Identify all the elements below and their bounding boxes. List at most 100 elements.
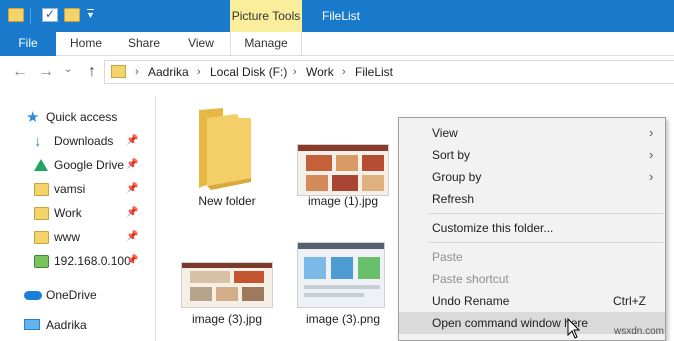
tab-view[interactable]: View: [176, 32, 226, 56]
menu-item-undo-rename[interactable]: Undo Rename Ctrl+Z: [399, 290, 665, 312]
chevron-right-icon: ›: [649, 125, 654, 140]
sidebar-item-label: vamsi: [54, 182, 86, 196]
file-item-new-folder[interactable]: New folder: [177, 102, 277, 214]
sidebar-item-network-drive[interactable]: 192.168.0.100 📌: [0, 250, 156, 272]
file-item-image-3-jpg[interactable]: image (3).jpg: [177, 216, 277, 328]
file-name: image (1).jpg: [307, 194, 379, 208]
sidebar-item-google-drive[interactable]: Google Drive 📌: [0, 154, 156, 176]
pin-icon: 📌: [126, 183, 139, 194]
arrow-right-icon[interactable]: →: [38, 63, 54, 81]
sidebar-item-label: OneDrive: [46, 288, 97, 302]
menu-item-label: Group by: [432, 170, 482, 184]
sidebar-item-vamsi[interactable]: vamsi 📌: [0, 178, 156, 200]
sidebar-item-label: Quick access: [46, 110, 118, 124]
menu-item-label: Sort by: [432, 148, 471, 162]
arrow-up-icon[interactable]: ↑: [84, 63, 100, 81]
menu-item-label: Undo Rename: [432, 294, 510, 308]
menu-item-label: Customize this folder...: [432, 221, 554, 235]
menu-item-paste[interactable]: Paste: [399, 246, 665, 268]
address-bar[interactable]: › Aadrika › Local Disk (F:) › Work › Fil…: [104, 60, 674, 84]
menu-item-paste-shortcut[interactable]: Paste shortcut: [399, 268, 665, 290]
pin-icon: 📌: [126, 135, 139, 146]
menu-item-label: View: [432, 126, 458, 140]
navigation-bar: ← → ⌄ ↑ › Aadrika › Local Disk (F:) › Wo…: [0, 57, 674, 87]
title-bar: ▼ Picture Tools FileList: [0, 0, 674, 32]
qat-divider: [30, 8, 31, 24]
sidebar-item-quick-access[interactable]: ★ Quick access: [0, 106, 156, 128]
google-drive-icon: [34, 159, 48, 171]
sidebar-item-work[interactable]: Work 📌: [0, 202, 156, 224]
breadcrumb-work[interactable]: Work: [306, 61, 334, 83]
folder-icon: [111, 65, 126, 78]
folder-icon: [34, 231, 49, 244]
folder-icon: [199, 108, 251, 190]
breadcrumb-local-disk[interactable]: Local Disk (F:): [210, 61, 287, 83]
pin-icon: 📌: [126, 255, 139, 266]
file-name: New folder: [198, 194, 256, 208]
tab-home[interactable]: Home: [60, 32, 112, 56]
download-icon: ↓: [34, 133, 42, 150]
cloud-icon: [24, 291, 42, 300]
menu-item-label: Refresh: [432, 192, 475, 206]
sidebar-item-this-pc[interactable]: Aadrika: [0, 314, 156, 336]
window-title: FileList: [322, 9, 361, 23]
menu-item-refresh[interactable]: Refresh: [399, 188, 665, 210]
file-item-image-3-png[interactable]: image (3).png: [293, 216, 393, 328]
watermark: wsxdn.com: [614, 326, 665, 337]
menu-item-view[interactable]: View ›: [399, 122, 665, 144]
star-icon: ★: [26, 109, 40, 126]
chevron-right-icon: ›: [649, 169, 654, 184]
network-drive-icon: [34, 255, 49, 268]
breadcrumb-aadrika[interactable]: Aadrika: [148, 61, 189, 83]
arrow-left-icon[interactable]: ←: [12, 63, 28, 81]
image-thumbnail: [297, 242, 385, 308]
file-item-image-1-jpg[interactable]: image (1).jpg: [293, 102, 393, 214]
sidebar-item-downloads[interactable]: ↓ Downloads 📌: [0, 130, 156, 152]
file-name: image (3).jpg: [191, 312, 263, 326]
customize-quick-access-icon[interactable]: ▼: [86, 9, 95, 20]
menu-item-sort-by[interactable]: Sort by ›: [399, 144, 665, 166]
tab-file[interactable]: File: [0, 32, 56, 56]
file-name: image (3).png: [305, 312, 381, 326]
sidebar-item-www[interactable]: www 📌: [0, 226, 156, 248]
breadcrumb-filelist[interactable]: FileList: [355, 61, 393, 83]
tab-manage[interactable]: Manage: [230, 32, 302, 56]
sidebar-item-label: Work: [54, 206, 82, 220]
tab-share[interactable]: Share: [118, 32, 170, 56]
image-thumbnail: [297, 144, 389, 196]
sidebar-item-label: Aadrika: [46, 318, 87, 332]
chevron-right-icon: ›: [649, 147, 654, 162]
sidebar-item-label: Google Drive: [54, 158, 125, 172]
folder-icon: [34, 183, 49, 196]
menu-item-label: Paste: [432, 250, 463, 264]
menu-separator: [429, 213, 663, 214]
menu-item-label: Open command window here: [432, 316, 589, 330]
chevron-down-icon[interactable]: ⌄: [64, 64, 72, 75]
new-folder-icon[interactable]: [64, 8, 80, 22]
picture-tools-tab-group: Picture Tools: [230, 0, 302, 32]
chevron-right-icon[interactable]: ›: [342, 61, 346, 83]
menu-item-group-by[interactable]: Group by ›: [399, 166, 665, 188]
pin-icon: 📌: [126, 207, 139, 218]
sidebar-item-label: 192.168.0.100: [54, 254, 131, 268]
folder-icon[interactable]: [8, 8, 24, 22]
sidebar-item-label: Downloads: [54, 134, 114, 148]
image-thumbnail: [181, 262, 273, 308]
menu-item-customize-folder[interactable]: Customize this folder...: [399, 217, 665, 239]
ribbon-tabs: File Home Share View Manage: [0, 32, 674, 56]
folder-icon: [34, 207, 49, 220]
pin-icon: 📌: [126, 159, 139, 170]
pin-icon: 📌: [126, 231, 139, 242]
chevron-right-icon[interactable]: ›: [293, 61, 297, 83]
menu-item-shortcut: Ctrl+Z: [613, 294, 646, 308]
menu-item-label: Paste shortcut: [432, 272, 509, 286]
sidebar-item-onedrive[interactable]: OneDrive: [0, 284, 156, 306]
chevron-right-icon[interactable]: ›: [135, 61, 139, 83]
sidebar-item-label: www: [54, 230, 80, 244]
properties-icon[interactable]: [42, 7, 58, 22]
context-menu: View › Sort by › Group by › Refresh Cust…: [398, 117, 666, 341]
computer-icon: [24, 319, 40, 330]
mouse-pointer-icon: [567, 318, 581, 339]
chevron-right-icon[interactable]: ›: [197, 61, 201, 83]
navigation-pane: ★ Quick access ↓ Downloads 📌 Google Driv…: [0, 96, 156, 341]
